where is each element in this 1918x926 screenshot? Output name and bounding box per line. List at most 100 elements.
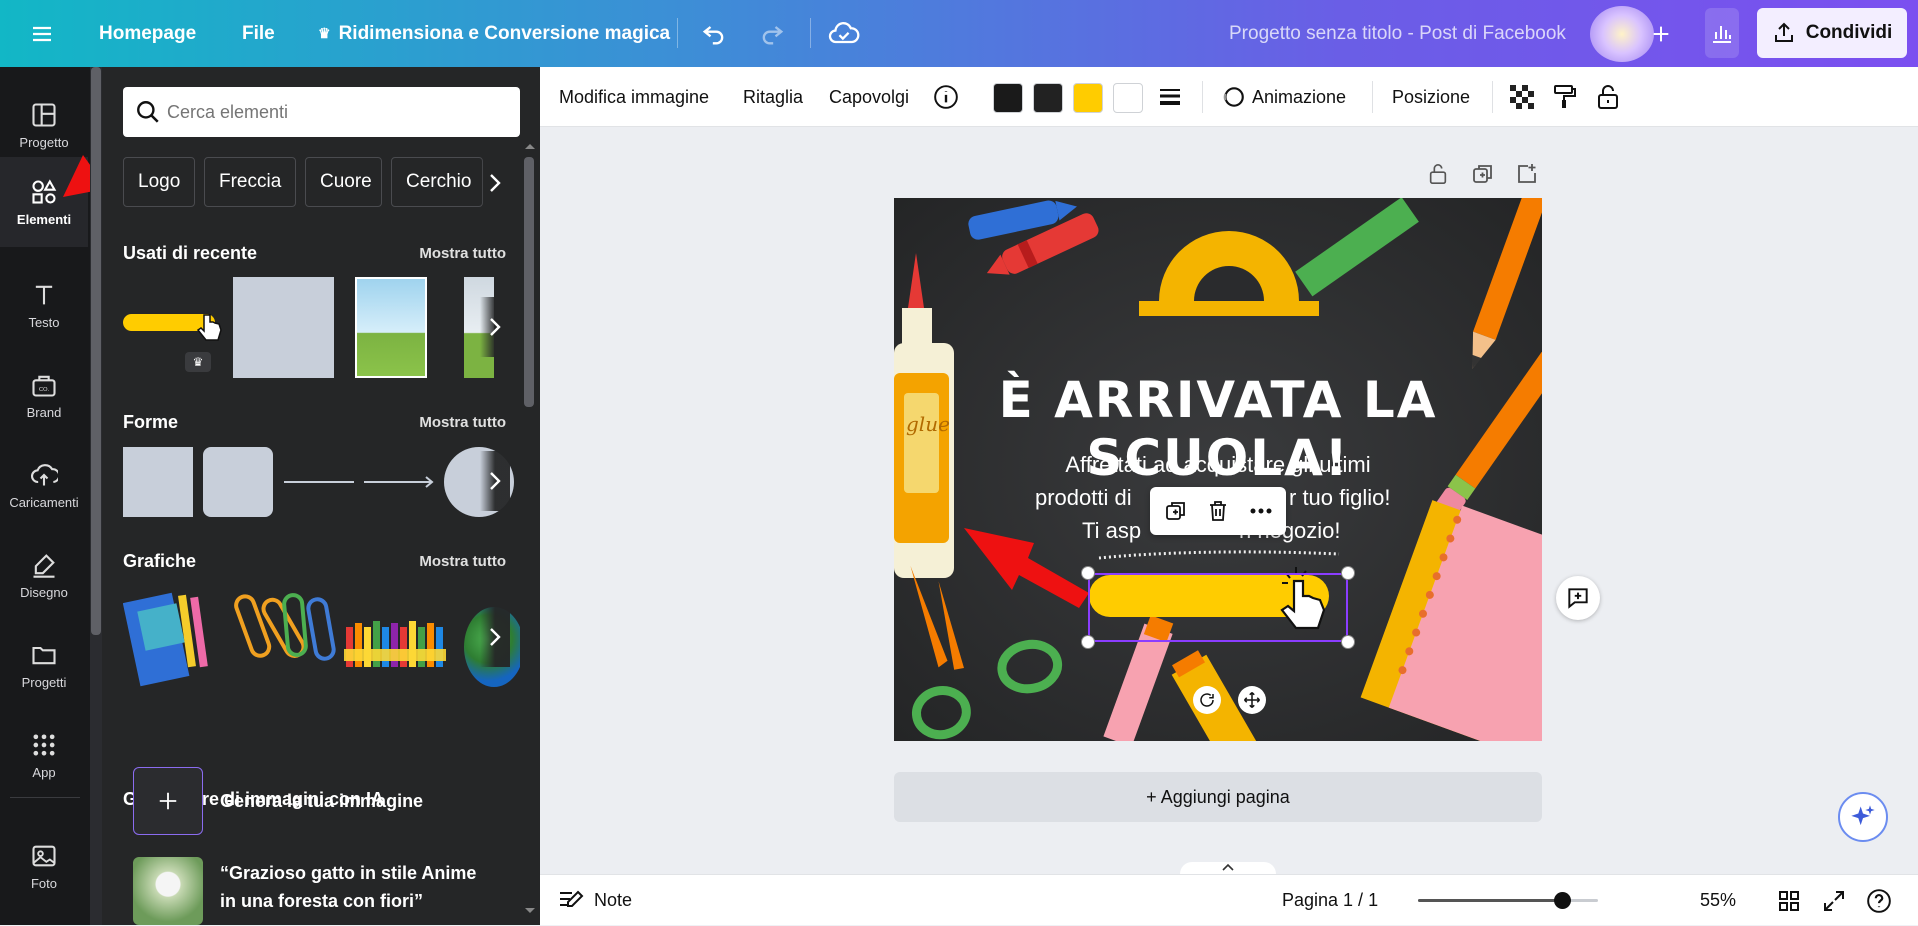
recent-gray-square[interactable]: [233, 277, 334, 378]
help-button[interactable]: [1866, 875, 1892, 926]
chevron-right-icon: [490, 318, 501, 336]
graphics-next-button[interactable]: [480, 607, 510, 667]
design-subtitle-line2[interactable]: prodotti di: [1035, 485, 1132, 511]
divider: [1492, 81, 1493, 113]
sidebar-item-label: Foto: [30, 875, 57, 891]
expand-pages-button[interactable]: [1180, 862, 1276, 874]
color-swatch-4[interactable]: [1113, 83, 1143, 113]
share-button[interactable]: Condividi: [1757, 8, 1907, 58]
resize-handle-se[interactable]: [1341, 635, 1355, 649]
sidebar-item-disegno[interactable]: Disegno: [0, 531, 88, 619]
sidebar-item-brand[interactable]: CO. Brand: [0, 351, 88, 439]
scrollbar-thumb[interactable]: [524, 157, 534, 407]
graphic-colored-pencils[interactable]: [344, 597, 449, 677]
lock-page-icon[interactable]: [1427, 162, 1449, 186]
duplicate-page-icon[interactable]: [1471, 162, 1495, 186]
chip-freccia[interactable]: Freccia: [204, 157, 296, 207]
rotate-handle[interactable]: [1193, 686, 1221, 714]
copy-style-button[interactable]: [1553, 67, 1577, 127]
insights-button[interactable]: [1705, 8, 1739, 58]
chips-next-button[interactable]: [480, 153, 510, 213]
project-title[interactable]: Progetto senza titolo - Post di Facebook: [1229, 0, 1566, 67]
flip-button[interactable]: Capovolgi: [829, 67, 909, 127]
add-page-button[interactable]: + Aggiungi pagina: [894, 772, 1542, 822]
design-subtitle-line2-end[interactable]: r tuo figlio!: [1289, 485, 1391, 511]
ai-example-prompt[interactable]: “Grazioso gatto in stile Anime in una fo…: [133, 857, 513, 925]
trash-icon[interactable]: [1206, 499, 1230, 523]
color-swatch-2[interactable]: [1033, 83, 1063, 113]
shape-square[interactable]: [123, 447, 193, 517]
graphic-books[interactable]: [123, 587, 228, 687]
sidebar-item-caricamenti[interactable]: Caricamenti: [0, 441, 88, 529]
sidebar-item-foto[interactable]: Foto: [0, 822, 88, 910]
sidebar-item-testo[interactable]: Testo: [0, 261, 88, 349]
chip-cuore[interactable]: Cuore: [305, 157, 382, 207]
border-style-button[interactable]: [1157, 67, 1183, 127]
sidebar-item-app[interactable]: App: [0, 711, 88, 799]
scroll-up-icon[interactable]: [524, 142, 536, 150]
shape-rounded-square[interactable]: [203, 447, 273, 517]
sidebar-scrollbar[interactable]: [90, 67, 102, 925]
crop-button[interactable]: Ritaglia: [743, 67, 803, 127]
color-swatch-3[interactable]: [1073, 83, 1103, 113]
edit-image-button[interactable]: Modifica immagine: [559, 67, 709, 127]
magic-resize-button[interactable]: ♛ Ridimensiona e Conversione magica: [318, 0, 670, 67]
notes-button[interactable]: Note: [558, 875, 632, 926]
file-menu-button[interactable]: File: [242, 0, 275, 67]
fullscreen-button[interactable]: [1822, 875, 1846, 926]
chip-logo[interactable]: Logo: [123, 157, 195, 207]
resize-handle-nw[interactable]: [1081, 566, 1095, 580]
selection-box[interactable]: [1088, 573, 1348, 642]
magic-assistant-button[interactable]: [1838, 792, 1888, 842]
add-comment-button[interactable]: [1556, 576, 1600, 620]
duplicate-icon[interactable]: [1164, 499, 1188, 523]
graphics-show-all[interactable]: Mostra tutto: [419, 553, 506, 570]
undo-button[interactable]: [700, 0, 728, 67]
search-input[interactable]: [167, 101, 497, 123]
zoom-slider-fill: [1418, 899, 1562, 902]
help-icon: [1867, 888, 1891, 913]
add-collaborator-button[interactable]: [1650, 0, 1672, 67]
lock-button[interactable]: [1596, 67, 1620, 127]
generate-image-button[interactable]: Genera la tua immagine: [133, 767, 433, 839]
resize-handle-ne[interactable]: [1341, 566, 1355, 580]
zoom-slider-thumb[interactable]: [1554, 892, 1571, 909]
zoom-slider[interactable]: [1418, 892, 1598, 909]
shapes-next-button[interactable]: [480, 451, 510, 511]
design-subtitle-line3[interactable]: Ti asp: [1082, 518, 1141, 544]
add-page-icon[interactable]: [1515, 162, 1539, 186]
avatar[interactable]: [1590, 6, 1654, 62]
design-subtitle-line1[interactable]: Affrettati ad acquistare gli ultimi: [894, 452, 1542, 478]
transparency-button[interactable]: [1510, 67, 1534, 127]
save-status-button[interactable]: [828, 0, 860, 67]
recent-landscape-image[interactable]: [355, 277, 427, 378]
scrollbar-thumb[interactable]: [91, 67, 101, 635]
redo-button[interactable]: [758, 0, 786, 67]
more-options-icon[interactable]: [1248, 499, 1274, 523]
recent-next-button[interactable]: [480, 297, 510, 357]
recent-show-all[interactable]: Mostra tutto: [419, 245, 506, 262]
scroll-down-icon[interactable]: [524, 907, 536, 915]
design-canvas[interactable]: glue È ARRIVATA LA SCUOLA! Affrettati ad…: [894, 198, 1542, 741]
hamburger-icon: [33, 26, 51, 41]
homepage-button[interactable]: Homepage: [99, 0, 196, 67]
sidebar-item-progetti[interactable]: Progetti: [0, 621, 88, 709]
zoom-level[interactable]: 55%: [1700, 875, 1736, 926]
grid-view-button[interactable]: [1777, 875, 1801, 926]
chip-cerchio[interactable]: Cerchio: [391, 157, 483, 207]
color-swatch-1[interactable]: [993, 83, 1023, 113]
panel-scrollbar[interactable]: [520, 67, 540, 925]
graphic-paperclips[interactable]: [234, 587, 339, 687]
position-button[interactable]: Posizione: [1392, 67, 1470, 127]
shape-arrow-line[interactable]: [364, 473, 436, 491]
undo-icon: [702, 25, 724, 44]
animation-button[interactable]: Animazione: [1220, 67, 1346, 127]
main-menu-button[interactable]: [30, 0, 54, 67]
shapes-show-all[interactable]: Mostra tutto: [419, 414, 506, 431]
move-handle[interactable]: [1238, 686, 1266, 714]
info-button[interactable]: [933, 67, 959, 127]
resize-handle-sw[interactable]: [1081, 635, 1095, 649]
search-box[interactable]: [123, 87, 520, 137]
page-indicator-button[interactable]: Pagina 1 / 1: [1282, 875, 1378, 926]
shape-line[interactable]: [284, 481, 354, 483]
